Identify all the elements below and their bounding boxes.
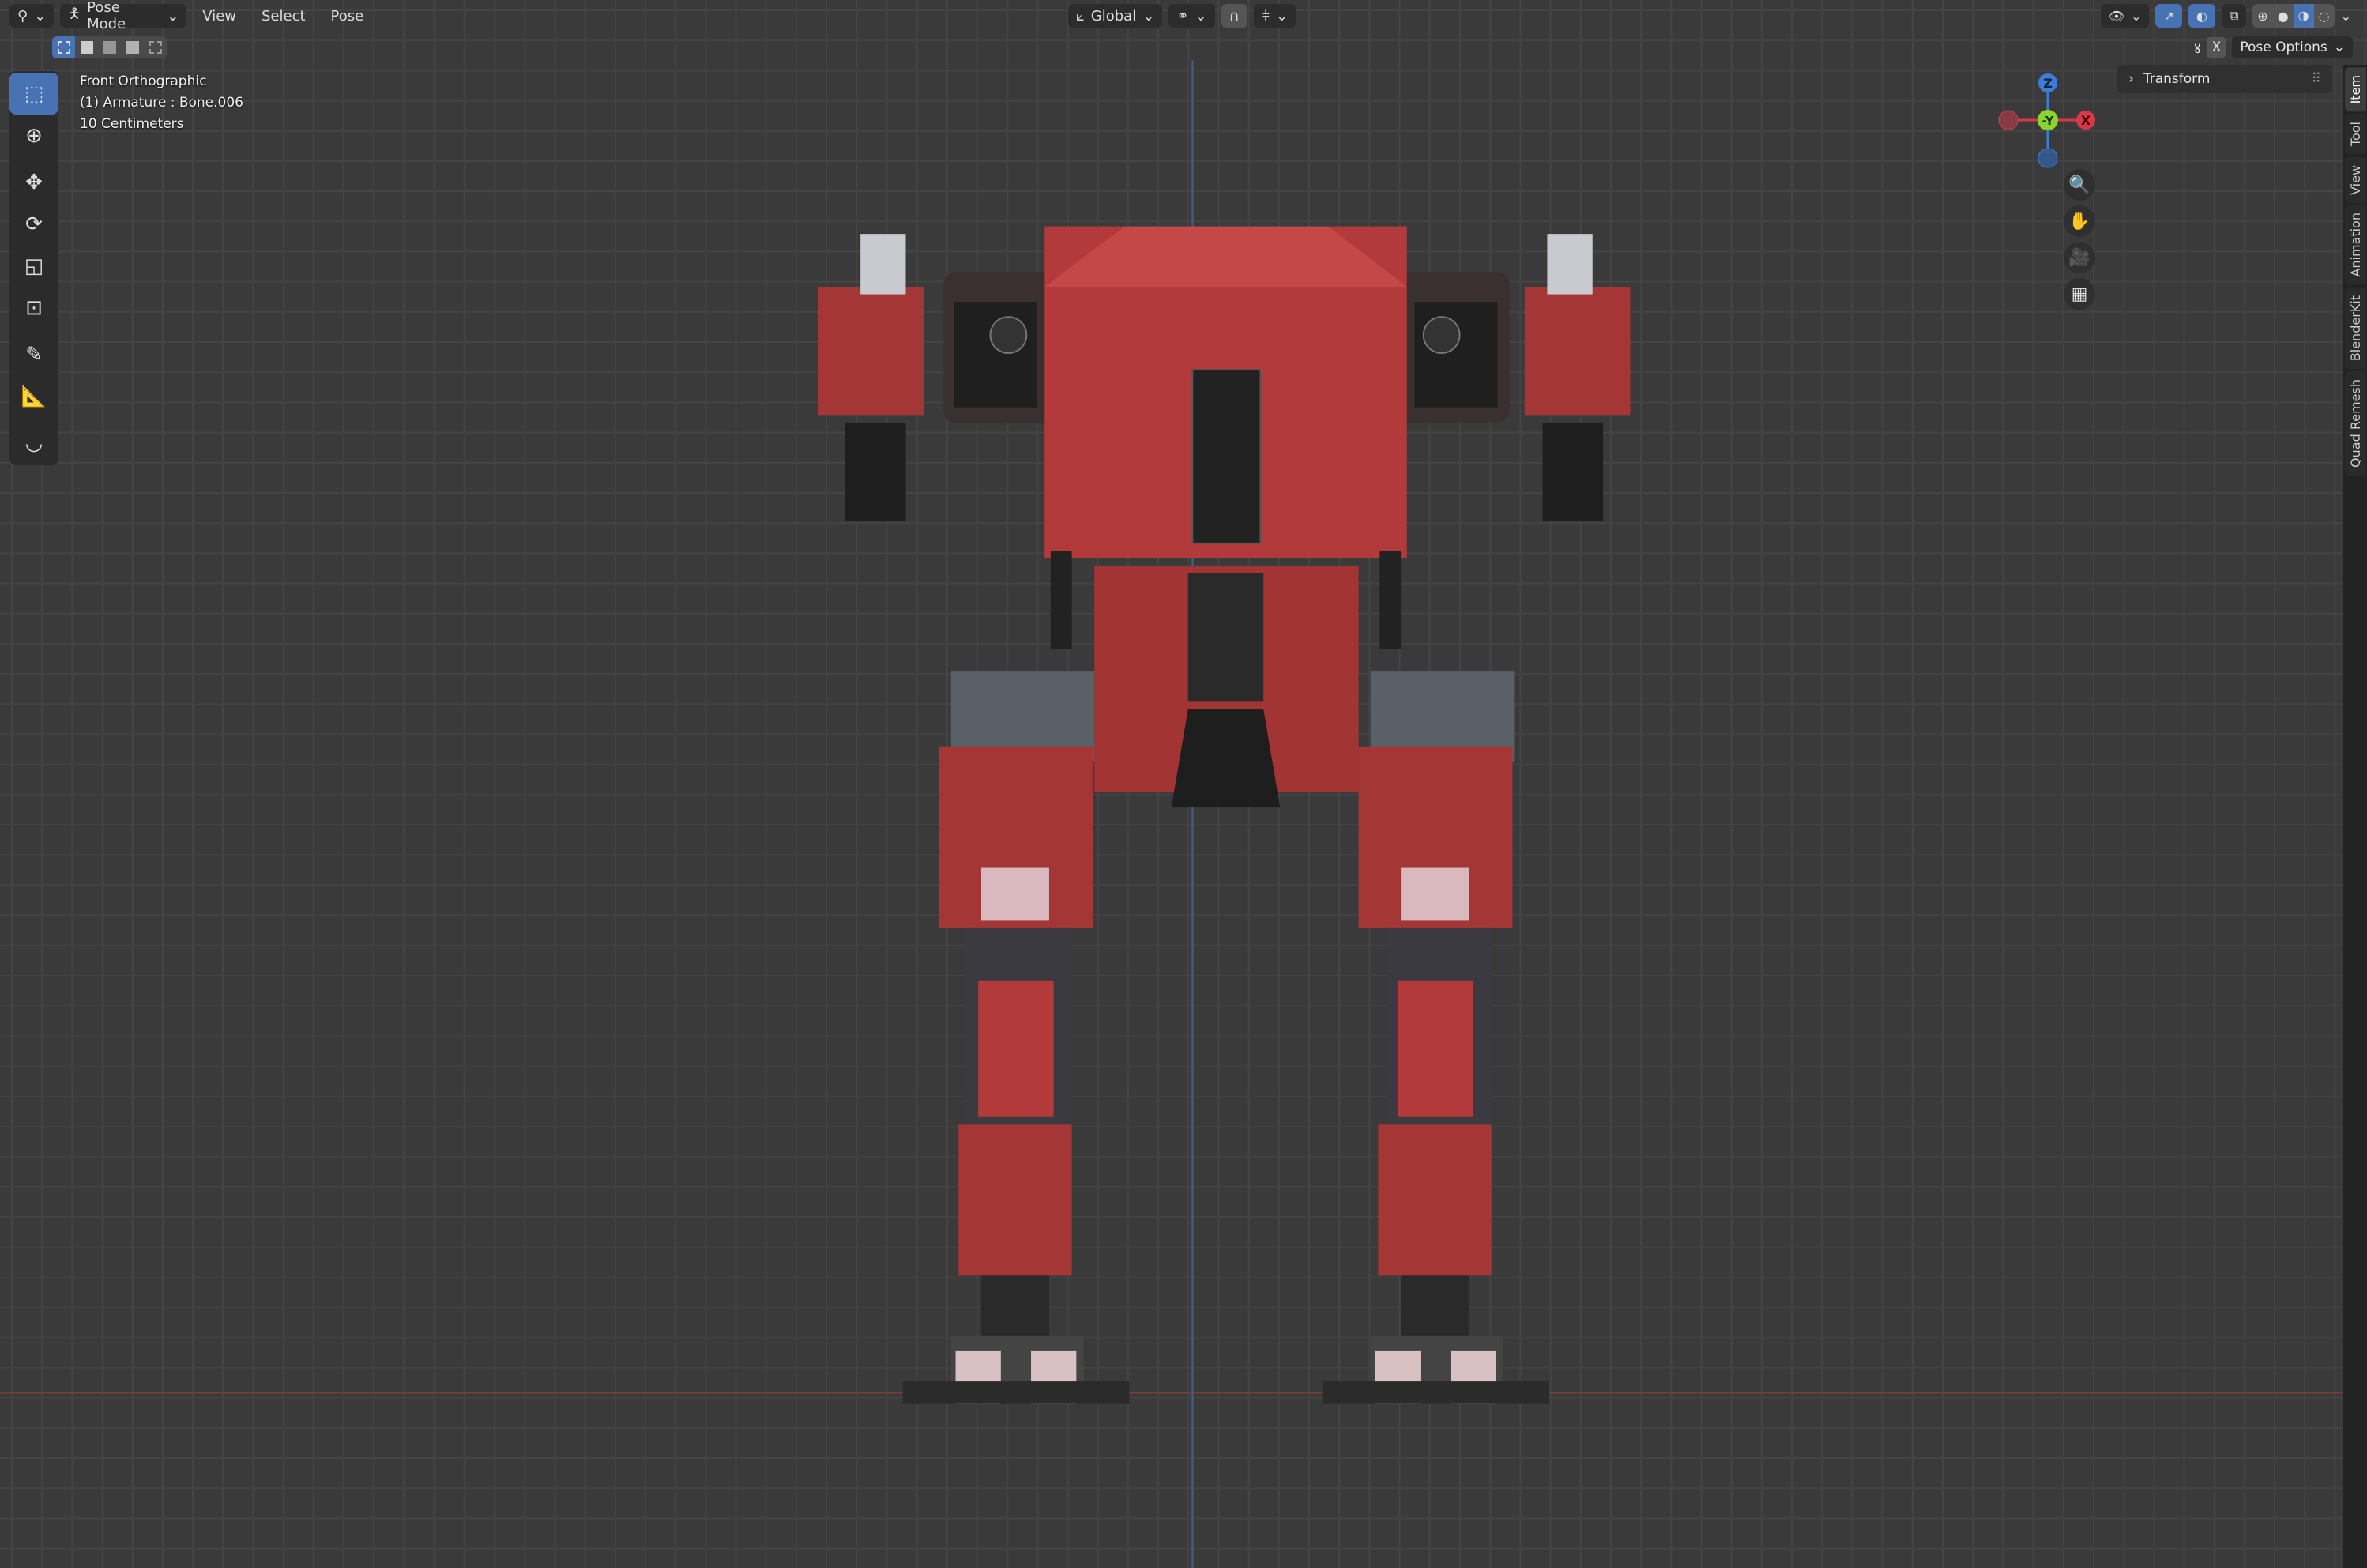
mode-dropdown[interactable]: 🯅 Pose Mode ⌄ <box>60 0 187 32</box>
wireframe-shading-icon[interactable]: ⊕ <box>2252 9 2272 24</box>
snap-target-dropdown[interactable]: ⫩ ⌄ <box>1253 4 1296 28</box>
grid-ortho-icon[interactable]: ▦ <box>2064 278 2095 310</box>
tab-item[interactable]: Item <box>2345 67 2366 112</box>
tab-tool[interactable]: Tool <box>2345 114 2366 155</box>
chevron-down-icon[interactable]: ⌄ <box>2341 9 2351 24</box>
scale-icon: ◱ <box>24 254 44 278</box>
select-invert-icon[interactable] <box>121 36 144 58</box>
select-box-icon: ⬚ <box>24 81 44 106</box>
measure-tool[interactable]: 📐 <box>9 375 58 417</box>
move-icon: ✥ <box>25 170 43 194</box>
material-preview-icon[interactable]: ◑ <box>2293 4 2314 28</box>
annotate-icon: ✎ <box>25 342 43 367</box>
cursor-tool[interactable]: ⊕ <box>9 115 58 156</box>
svg-text:-Y: -Y <box>2042 114 2055 128</box>
view-name: Front Orthographic <box>80 73 207 89</box>
bone-envelope-tool[interactable]: ◡ <box>9 422 58 464</box>
gizmo-icon: ↗ <box>2163 8 2174 24</box>
sidebar-tabs: Item Tool View Animation BlenderKit Quad… <box>2343 65 2367 1568</box>
snap-toggle[interactable]: ∩ <box>1221 4 1247 28</box>
3d-viewport[interactable] <box>0 0 2367 1568</box>
pan-hand-icon[interactable]: ✋ <box>2064 205 2095 237</box>
select-new-icon[interactable] <box>52 36 75 58</box>
tool-shelf: ⬚ ⊕ ✥ ⟳ ◱ ⊡ ✎ 📐 ◡ <box>9 71 58 465</box>
rendered-shading-icon[interactable]: ◌ <box>2314 9 2335 24</box>
chevron-down-icon: ⌄ <box>167 7 179 24</box>
transform-orientation-dropdown[interactable]: ⟀ Global ⌄ <box>1068 4 1163 28</box>
transform-icon: ⊡ <box>25 295 43 320</box>
viewport-info: Front Orthographic (1) Armature : Bone.0… <box>80 71 243 135</box>
viewport-header-right: 👁 ⌄ ↗ ◐ ⧉ ⊕ ● ◑ ◌ ⌄ <box>2100 0 2351 32</box>
snap-increment-icon: ⫩ <box>1261 7 1270 24</box>
selectability-visibility-dropdown[interactable]: 👁 ⌄ <box>2100 4 2150 28</box>
select-box-tool[interactable]: ⬚ <box>9 73 58 115</box>
rotate-tool[interactable]: ⟳ <box>9 203 58 245</box>
chevron-right-icon: › <box>2128 71 2134 87</box>
viewport-header: ⚲ ⌄ 🯅 Pose Mode ⌄ View Select Pose ⟀ Global ⌄… <box>0 0 2367 32</box>
select-mode-group <box>52 36 167 58</box>
rotate-icon: ⟳ <box>25 212 43 236</box>
pivot-icon: ⚭ <box>1176 7 1189 24</box>
pose-options-dropdown[interactable]: Pose Options ⌄ <box>2232 36 2353 58</box>
measure-icon: 📐 <box>21 384 47 408</box>
active-object: (1) Armature : Bone.006 <box>80 95 243 111</box>
svg-text:Z: Z <box>2043 76 2053 91</box>
pose-mode-icon: 🯅 <box>68 6 81 22</box>
robot-model <box>0 60 2343 1568</box>
annotate-tool[interactable]: ✎ <box>9 333 58 375</box>
mirror-icon: ꙋ <box>2194 40 2201 57</box>
bone-envelope-icon: ◡ <box>24 431 43 455</box>
scale-tool[interactable]: ◱ <box>9 245 58 287</box>
tab-quad-remesh[interactable]: Quad Remesh <box>2345 371 2366 476</box>
mirror-x-toggle[interactable]: X <box>2207 37 2226 58</box>
magnet-icon: ∩ <box>1229 7 1240 24</box>
xray-toggle[interactable]: ⧉ <box>2221 4 2247 28</box>
tab-view[interactable]: View <box>2345 156 2366 203</box>
transform-tool[interactable]: ⊡ <box>9 287 58 329</box>
tab-blenderkit[interactable]: BlenderKit <box>2345 288 2366 370</box>
camera-icon[interactable]: 🎥 <box>2064 242 2095 273</box>
armature-icon: ⚲ <box>17 7 28 24</box>
menu-select[interactable]: Select <box>252 8 315 24</box>
solid-shading-icon[interactable]: ● <box>2273 9 2294 24</box>
tab-animation[interactable]: Animation <box>2345 205 2366 286</box>
move-tool[interactable]: ✥ <box>9 161 58 203</box>
xray-icon: ⧉ <box>2229 8 2239 23</box>
cursor-icon: ⊕ <box>25 123 43 148</box>
svg-text:X: X <box>2081 113 2091 128</box>
select-subtract-icon[interactable] <box>98 36 121 58</box>
grid-scale: 10 Centimeters <box>80 116 184 132</box>
gizmo-toggle[interactable]: ↗ <box>2155 4 2182 28</box>
menu-view[interactable]: View <box>193 8 246 24</box>
pose-options-row: ꙋ X Pose Options ⌄ <box>2194 36 2353 58</box>
overlay-toggle[interactable]: ◐ <box>2188 4 2215 28</box>
shading-modes[interactable]: ⊕ ● ◑ ◌ <box>2252 4 2335 28</box>
eye-icon: 👁 <box>2108 8 2125 24</box>
transform-panel-header[interactable]: › Transform ⠿ <box>2117 65 2332 93</box>
overlay-icon: ◐ <box>2196 8 2207 24</box>
menu-pose[interactable]: Pose <box>322 8 374 24</box>
pivot-point-dropdown[interactable]: ⚭ ⌄ <box>1168 4 1215 28</box>
editor-type-button[interactable]: ⚲ ⌄ <box>9 4 55 28</box>
zoom-icon[interactable]: 🔍 <box>2064 169 2095 201</box>
orientation-icon: ⟀ <box>1076 7 1085 24</box>
select-extend-icon[interactable] <box>75 36 98 58</box>
select-intersect-icon[interactable] <box>144 36 167 58</box>
navigation-gizmo[interactable]: Z X -Y <box>1991 71 2102 174</box>
drag-handle-icon[interactable]: ⠿ <box>2312 71 2321 87</box>
